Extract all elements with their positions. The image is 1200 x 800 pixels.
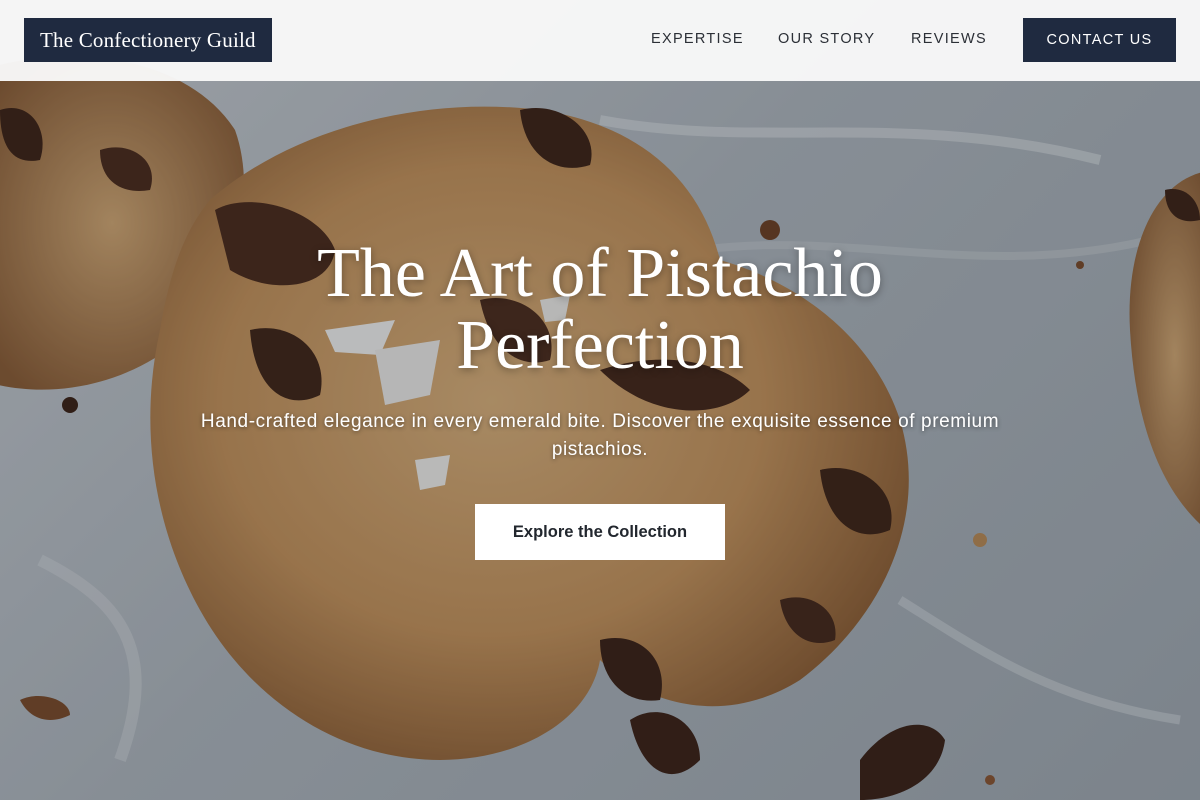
brand-logo[interactable]: The Confectionery Guild: [24, 18, 272, 62]
explore-collection-button[interactable]: Explore the Collection: [475, 504, 725, 560]
nav-link-our-story[interactable]: OUR STORY: [778, 31, 875, 47]
contact-us-button[interactable]: CONTACT US: [1023, 18, 1176, 62]
hero-title: The Art of Pistachio Perfection: [317, 235, 883, 384]
site-header: The Confectionery Guild EXPERTISE OUR ST…: [0, 0, 1200, 81]
hero-content: The Art of Pistachio Perfection Hand-cra…: [0, 0, 1200, 800]
nav-link-reviews[interactable]: REVIEWS: [911, 31, 987, 47]
hero-subtitle: Hand-crafted elegance in every emerald b…: [200, 411, 1000, 460]
nav-link-expertise[interactable]: EXPERTISE: [651, 31, 744, 47]
